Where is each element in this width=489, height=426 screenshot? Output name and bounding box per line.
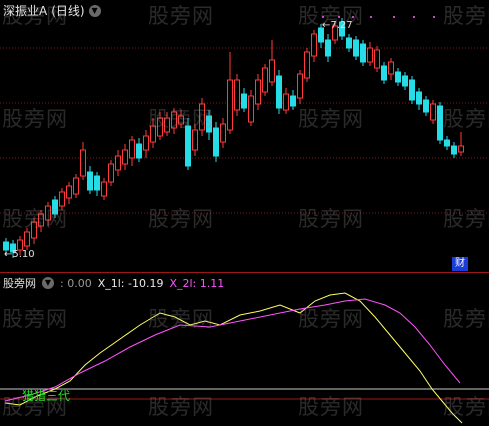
watermark: 股旁网 — [298, 207, 364, 231]
candle-body — [269, 59, 275, 83]
indicator-value: : 0.00 — [60, 276, 92, 290]
marker-dot — [393, 16, 395, 18]
indicator-name: 股旁网 — [3, 277, 36, 290]
candle-body — [283, 93, 289, 111]
candle-body — [192, 129, 198, 151]
watermark: 股旁网 — [443, 107, 489, 131]
watermark: 股旁网 — [298, 107, 364, 131]
candle-body — [24, 231, 30, 247]
candle-body — [87, 171, 93, 191]
candle-body — [227, 79, 233, 131]
watermark: 股旁网 — [443, 307, 489, 331]
candle-body — [143, 135, 149, 151]
candle-body — [423, 99, 429, 113]
candle-body — [94, 175, 100, 191]
candle-body — [437, 105, 443, 141]
candle-body — [402, 75, 408, 87]
candle-body — [304, 51, 310, 79]
watermark: 股旁网 — [443, 207, 489, 231]
candle-body — [388, 61, 394, 75]
x2-line — [4, 298, 461, 402]
candle-body — [325, 39, 331, 57]
x1-value: X_1l: -10.19 — [97, 276, 164, 290]
candle-body — [374, 49, 380, 69]
chevron-down-icon[interactable]: ▼ — [42, 277, 54, 289]
candle-body — [381, 65, 387, 81]
watermark: 股旁网 — [443, 4, 489, 28]
watermark: 股旁网 — [2, 4, 68, 28]
finance-badge[interactable]: 财 — [452, 257, 468, 271]
candle-body — [80, 149, 86, 177]
candle-body — [248, 95, 254, 123]
watermark: 股旁网 — [148, 307, 214, 331]
candle-body — [122, 149, 128, 165]
watermark: 股旁网 — [148, 4, 214, 28]
candle-body — [129, 139, 135, 159]
candle-body — [136, 143, 142, 159]
candle-body — [290, 95, 296, 107]
candle-body — [234, 79, 240, 111]
candle-body — [262, 67, 268, 93]
candle-body — [409, 79, 415, 101]
high-price-label: ←7.27 — [322, 20, 353, 31]
candle-body — [73, 177, 79, 195]
watermark: 股旁网 — [2, 307, 68, 331]
marker-dot — [370, 16, 372, 18]
candle-body — [115, 155, 121, 171]
candle-body — [297, 73, 303, 99]
candle-body — [108, 163, 114, 183]
x2-value: X_2l: 1.11 — [169, 276, 225, 290]
marker-dot — [433, 16, 435, 18]
x1-line — [4, 292, 463, 424]
watermark: 股旁网 — [443, 395, 489, 419]
candle-body — [451, 145, 457, 155]
watermark: 股旁网 — [298, 307, 364, 331]
candle-body — [220, 123, 226, 143]
watermark: 股旁网 — [2, 107, 68, 131]
indicator-chart[interactable] — [0, 273, 489, 426]
candle-body — [444, 139, 450, 147]
candle-body — [311, 33, 317, 57]
candle-body — [276, 75, 282, 109]
indicator-panel[interactable]: 股旁网 股旁网 股旁网 股旁网 股旁网 股旁网 股旁网 股旁网 股旁网 ▼ : … — [0, 272, 489, 426]
candle-body — [213, 127, 219, 157]
candle-body — [430, 103, 436, 121]
watermark: 股旁网 — [148, 107, 214, 131]
candle-body — [353, 39, 359, 57]
candle-body — [458, 145, 464, 153]
candle-body — [101, 181, 107, 197]
watermark: 股旁网 — [298, 395, 364, 419]
candlestick-panel[interactable]: 深振业A (日线) ▼ 股旁网 股旁网 股旁网 股旁网 股旁网 股旁网 股旁网 … — [0, 0, 489, 272]
watermark: 股旁网 — [2, 207, 68, 231]
chevron-down-icon[interactable]: ▼ — [88, 4, 101, 17]
candlestick-chart[interactable] — [0, 0, 489, 272]
candle-body — [346, 37, 352, 49]
candle-body — [367, 47, 373, 63]
marker-dot — [413, 16, 415, 18]
candle-body — [255, 79, 261, 105]
candle-body — [395, 71, 401, 83]
candle-body — [416, 91, 422, 105]
watermark: 股旁网 — [148, 207, 214, 231]
candle-body — [241, 93, 247, 109]
low-price-label: ←5.10 — [4, 249, 35, 260]
indicator-header: 股旁网 ▼ : 0.00 X_1l: -10.19 X_2l: 1.11 — [3, 275, 224, 291]
candle-body — [66, 185, 72, 199]
watermark: 股旁网 — [148, 395, 214, 419]
candle-body — [360, 43, 366, 63]
indicator-label: 猎猎三代 — [22, 389, 71, 403]
